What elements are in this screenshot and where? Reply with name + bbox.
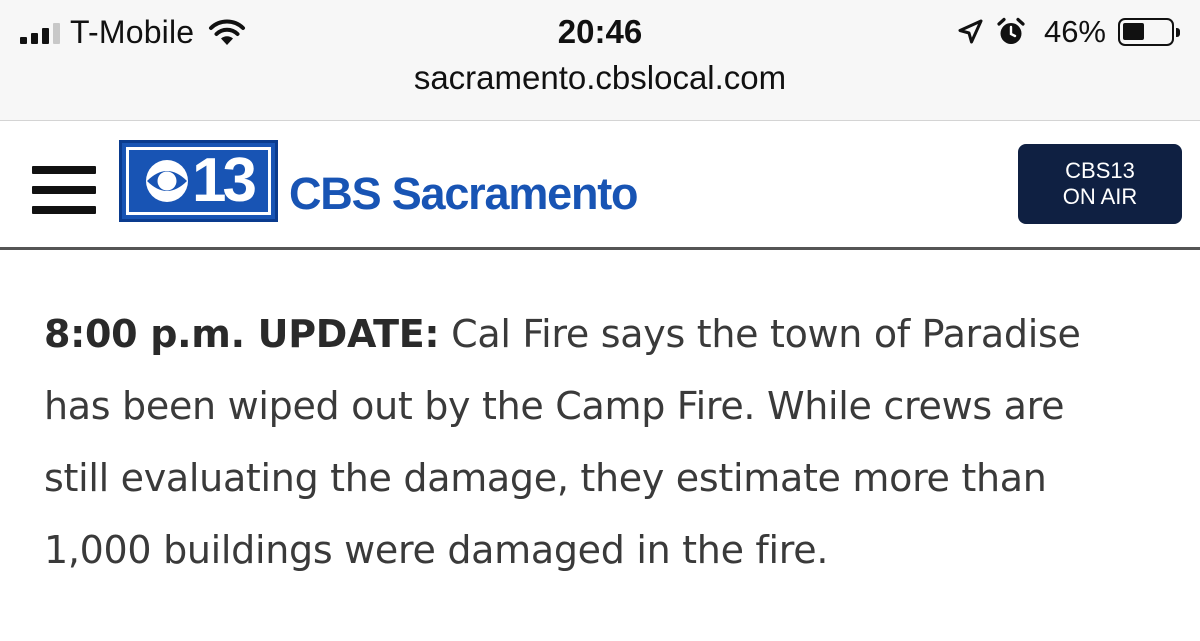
article-line-3: still evaluating the damage, they estima…	[44, 456, 1047, 500]
site-header: 13 CBS Sacramento CBS13 ON AIR	[0, 122, 1200, 250]
article-line-4: 1,000 buildings were damaged in the fire…	[44, 528, 829, 572]
on-air-line1: CBS13	[1065, 158, 1135, 183]
browser-chrome: T-Mobile 20:46 46% sacramento.cbslocal.c…	[0, 0, 1200, 121]
logo-channel-number: 13	[192, 146, 257, 215]
on-air-line2: ON AIR	[1062, 184, 1138, 209]
hamburger-menu-icon[interactable]	[32, 166, 96, 214]
article-line-1: 8:00 p.m. UPDATE: Cal Fire says the town…	[44, 298, 1164, 370]
battery-icon	[1118, 18, 1180, 46]
address-bar-url[interactable]: sacramento.cbslocal.com	[0, 56, 1200, 100]
battery-percentage: 46%	[1043, 14, 1106, 49]
article-line-2: has been wiped out by the Camp Fire. Whi…	[44, 384, 1065, 428]
update-lead: 8:00 p.m. UPDATE:	[44, 312, 440, 356]
article-line-1-text: Cal Fire says the town of Paradise	[451, 312, 1081, 356]
brand-name[interactable]: CBS Sacramento	[289, 166, 639, 222]
alarm-icon	[997, 17, 1025, 44]
cbs-eye-icon	[146, 160, 189, 202]
cbs13-logo[interactable]: 13	[119, 140, 278, 222]
status-bar-right: 46%	[956, 10, 1180, 54]
location-arrow-icon	[958, 19, 983, 44]
battery-level-fill	[1123, 23, 1144, 40]
article-body: 8:00 p.m. UPDATE: Cal Fire says the town…	[44, 298, 1164, 586]
on-air-button[interactable]: CBS13 ON AIR	[1018, 144, 1182, 224]
